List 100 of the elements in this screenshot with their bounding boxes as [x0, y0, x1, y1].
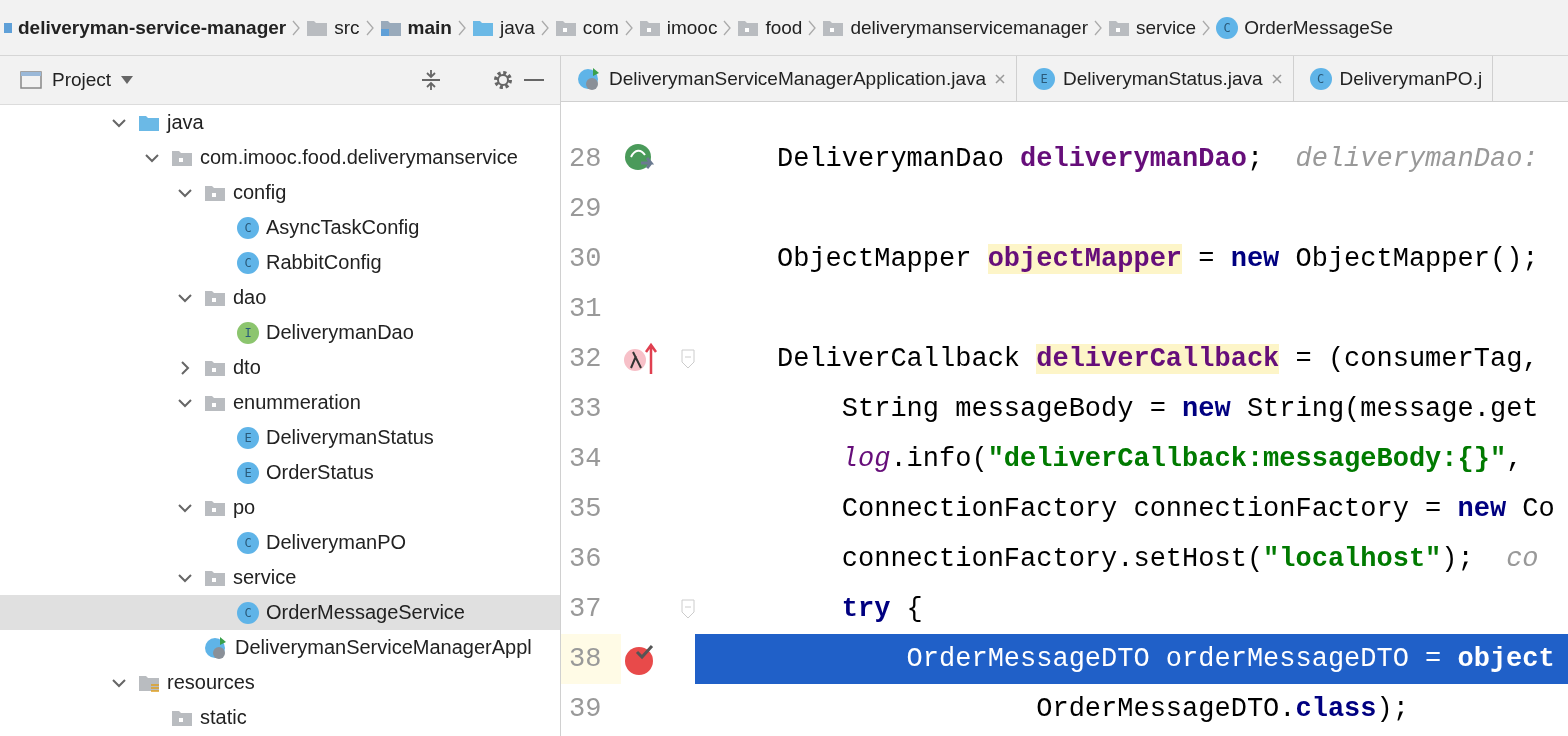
spring-class-icon	[577, 66, 601, 91]
package-folder-icon	[204, 358, 226, 377]
tree-item[interactable]: java	[0, 105, 560, 140]
chevron-icon	[1094, 19, 1102, 36]
enum-icon: E	[237, 426, 259, 449]
breadcrumb-item[interactable]: src	[334, 16, 360, 39]
class-icon: C	[237, 531, 259, 554]
folder-icon	[306, 18, 329, 37]
package-folder-icon	[171, 148, 193, 167]
lambda-icon[interactable]	[623, 342, 659, 376]
source-folder-icon	[379, 18, 402, 37]
code-line: DeliverymanDao deliverymanDao; deliverymanDao:	[776, 143, 1540, 176]
line-number: 36	[568, 543, 603, 576]
enum-icon: E	[1033, 67, 1055, 90]
folder-icon	[1108, 18, 1130, 37]
code-line: connectionFactory.setHost("localhost"); co	[840, 543, 1540, 576]
folder-icon	[638, 18, 661, 37]
tree-item[interactable]: C AsyncTaskConfig	[0, 210, 560, 245]
collapse-all-icon[interactable]	[420, 69, 442, 91]
package-folder-icon	[204, 568, 226, 587]
enum-icon: E	[237, 461, 259, 484]
breadcrumb-item[interactable]: deliverymanservicemanager	[850, 16, 1088, 39]
folder-icon	[471, 18, 494, 37]
class-icon: C	[237, 601, 259, 624]
tree-item[interactable]: E OrderStatus	[0, 455, 560, 490]
chevron-icon	[457, 19, 466, 36]
folder-icon	[138, 113, 160, 132]
breadcrumb-item[interactable]: deliveryman-service-manager	[18, 16, 287, 39]
breadcrumb-item[interactable]: OrderMessageSe	[1244, 16, 1394, 39]
tree-item[interactable]: service	[0, 560, 560, 595]
line-number: 33	[568, 393, 603, 426]
resources-folder-icon	[138, 673, 160, 692]
package-folder-icon	[204, 393, 226, 412]
tree-item[interactable]: C OrderMessageService	[0, 595, 560, 630]
minimize-icon[interactable]	[524, 78, 544, 82]
editor-tab[interactable]: DeliverymanServiceManagerApplication.java	[561, 56, 1017, 101]
tree-item[interactable]: po	[0, 490, 560, 525]
class-icon: C	[237, 216, 259, 239]
code-line: OrderMessageDTO.class);	[1035, 693, 1410, 726]
line-number: 32	[568, 343, 603, 376]
breadcrumb-item[interactable]: com	[582, 16, 619, 39]
editor-tab[interactable]: E DeliverymanStatus.java	[1017, 56, 1294, 101]
folder-icon	[822, 18, 845, 37]
class-icon: C	[1216, 16, 1239, 39]
chevron-icon	[624, 19, 633, 36]
line-number: 29	[568, 193, 603, 226]
breadcrumb-item[interactable]: main	[407, 16, 452, 39]
code-line: ConnectionFactory connectionFactory = new Co	[840, 493, 1556, 526]
tree-item[interactable]: enummeration	[0, 385, 560, 420]
code-line: String messageBody = new String(message.get	[840, 393, 1540, 426]
code-line: DeliverCallback deliverCallback = (consumerTag,	[776, 343, 1540, 376]
spring-class-icon	[204, 635, 228, 660]
code-line: try {	[840, 593, 924, 626]
chevron-icon	[365, 19, 374, 36]
tree-item[interactable]: I DeliverymanDao	[0, 315, 560, 350]
code-line: ObjectMapper objectMapper = new ObjectMapper();	[776, 243, 1540, 276]
chevron-icon	[808, 19, 817, 36]
tree-item[interactable]: E DeliverymanStatus	[0, 420, 560, 455]
fold-marker-icon[interactable]	[681, 349, 695, 369]
line-number: 34	[568, 443, 603, 476]
package-folder-icon	[204, 498, 226, 517]
settings-icon[interactable]	[492, 69, 514, 91]
folder-icon	[737, 18, 760, 37]
line-number: 28	[568, 143, 603, 176]
window-icon	[20, 70, 42, 90]
caret-icon[interactable]	[121, 76, 134, 84]
tree-item[interactable]: com.imooc.food.deliverymanservice	[0, 140, 560, 175]
line-number: 38	[561, 634, 621, 684]
class-icon: C	[237, 251, 259, 274]
code-line: log.info("deliverCallback:messageBody:{}",	[840, 443, 1524, 476]
breadcrumb-item[interactable]: service	[1136, 16, 1197, 39]
package-folder-icon	[204, 288, 226, 307]
fold-marker-icon[interactable]	[681, 599, 695, 619]
editor-tab[interactable]: C DeliverymanPO.j	[1293, 56, 1494, 101]
package-folder-icon	[171, 708, 193, 727]
tree-item[interactable]: config	[0, 175, 560, 210]
tree-item[interactable]: DeliverymanServiceManagerAppl	[0, 630, 560, 665]
chevron-icon	[723, 19, 732, 36]
project-view-dropdown[interactable]: Project	[52, 69, 134, 91]
tree-item[interactable]: C RabbitConfig	[0, 245, 560, 280]
interface-icon: I	[237, 321, 259, 344]
chevron-icon	[292, 19, 301, 36]
tree-item[interactable]: dto	[0, 350, 560, 385]
line-number: 37	[568, 593, 603, 626]
tree-item[interactable]: resources	[0, 665, 560, 700]
close-icon[interactable]	[1270, 72, 1283, 85]
folder-icon	[554, 18, 577, 37]
module-icon	[4, 22, 12, 33]
breadcrumb-item[interactable]: food	[765, 16, 803, 39]
class-icon: C	[1309, 67, 1332, 90]
tree-item[interactable]: dao	[0, 280, 560, 315]
line-number: 35	[568, 493, 603, 526]
line-number: 31	[568, 293, 603, 326]
tree-item[interactable]: static	[0, 700, 560, 735]
close-icon[interactable]	[994, 72, 1006, 85]
breadcrumb-item[interactable]: imooc	[666, 16, 718, 39]
breadcrumb-item[interactable]: java	[499, 16, 535, 39]
chevron-icon	[1202, 19, 1211, 36]
package-folder-icon	[204, 183, 226, 202]
tree-item[interactable]: C DeliverymanPO	[0, 525, 560, 560]
